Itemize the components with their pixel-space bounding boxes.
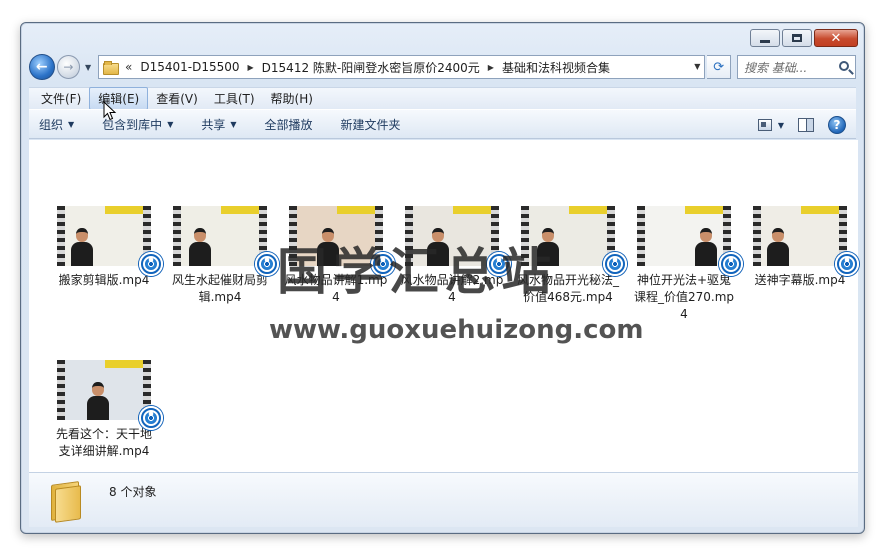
details-pane: 8 个对象	[29, 472, 858, 527]
chevron-down-icon: ▼	[85, 62, 92, 72]
media-player-icon	[835, 252, 859, 276]
file-name: 神位开光法+驱鬼课程_价值270.mp4	[633, 273, 735, 321]
file-name: 送神字幕版.mp4	[754, 273, 846, 287]
watermark-text: 国学汇总站	[277, 243, 557, 301]
play-all-button[interactable]: 全部播放	[265, 116, 313, 133]
file-item[interactable]: 搬家剪辑版.mp4	[49, 206, 163, 289]
minimize-icon	[751, 30, 779, 46]
media-player-icon	[719, 252, 743, 276]
menu-bar: 文件(F) 编辑(E) 查看(V) 工具(T) 帮助(H)	[29, 87, 856, 110]
chevron-down-icon: ▼	[68, 119, 75, 129]
forward-button[interactable]: →	[56, 55, 81, 79]
file-list: 搬家剪辑版.mp4 风生水起催财局剪辑.mp4 风水物品讲解1.mp4 风水物品讲解2…	[29, 140, 859, 472]
new-folder-button[interactable]: 新建文件夹	[341, 116, 401, 133]
close-button[interactable]: ✕	[814, 29, 858, 47]
media-player-icon	[139, 252, 163, 276]
refresh-button[interactable]: ⟳	[707, 55, 731, 79]
file-item[interactable]: 送神字幕版.mp4	[745, 206, 859, 289]
chevron-down-icon: ▼	[167, 119, 174, 129]
address-bar[interactable]: « D15401-D15500 ▶ D15412 陈默-阳闸登水密旨原价2400…	[98, 55, 706, 79]
file-item[interactable]: 神位开光法+驱鬼课程_价值270.mp4	[629, 206, 743, 323]
search-icon[interactable]	[839, 61, 849, 71]
video-thumbnail	[637, 206, 743, 276]
command-bar: 组织 ▼ 包含到库中 ▼ 共享 ▼ 全部播放 新建文件夹 ▼ ?	[29, 109, 856, 139]
watermark-url: www.guoxuehuizong.com	[269, 315, 644, 345]
address-row: ← → ▼ « D15401-D15500 ▶ D15412 陈默-阳闸登水密旨…	[29, 53, 856, 81]
menu-view[interactable]: 查看(V)	[148, 88, 206, 109]
chevron-down-icon: ▼	[230, 119, 237, 129]
breadcrumb-overflow[interactable]: «	[125, 60, 132, 74]
arrow-left-icon: ←	[35, 59, 48, 75]
video-thumbnail	[753, 206, 859, 276]
menu-file[interactable]: 文件(F)	[33, 88, 89, 109]
file-name: 搬家剪辑版.mp4	[58, 273, 150, 287]
chevron-down-icon[interactable]: ▼	[778, 121, 784, 130]
refresh-icon: ⟳	[713, 59, 725, 75]
chevron-right-icon[interactable]: ▶	[488, 63, 494, 72]
folder-icon	[103, 61, 119, 75]
file-name: 风生水起催财局剪辑.mp4	[171, 273, 268, 304]
command-bar-right: ▼ ?	[757, 116, 846, 134]
menu-edit[interactable]: 编辑(E)	[89, 87, 149, 110]
chevron-down-icon[interactable]: ▼	[694, 62, 700, 71]
video-thumbnail	[173, 206, 279, 276]
menu-tools[interactable]: 工具(T)	[206, 88, 263, 109]
recent-pages-dropdown[interactable]: ▼	[82, 63, 94, 72]
item-count: 8 个对象	[109, 485, 157, 499]
media-player-icon	[603, 252, 627, 276]
preview-pane-icon[interactable]	[798, 118, 814, 132]
organize-label: 组织	[39, 117, 64, 132]
share-label: 共享	[201, 117, 226, 132]
menu-help[interactable]: 帮助(H)	[263, 88, 321, 109]
file-item[interactable]: 风生水起催财局剪辑.mp4	[165, 206, 279, 306]
folder-icon	[47, 481, 83, 523]
share-button[interactable]: 共享 ▼	[201, 116, 236, 133]
breadcrumb-item[interactable]: 基础和法科视频合集	[502, 59, 610, 76]
media-player-icon	[139, 406, 163, 430]
back-button[interactable]: ←	[29, 54, 55, 80]
change-view-icon[interactable]	[757, 119, 772, 131]
breadcrumb-item[interactable]: D15401-D15500	[140, 60, 239, 74]
minimize-button[interactable]	[750, 29, 780, 47]
breadcrumb-item[interactable]: D15412 陈默-阳闸登水密旨原价2400元	[262, 59, 480, 76]
close-icon: ✕	[830, 30, 842, 46]
organize-button[interactable]: 组织 ▼	[39, 116, 74, 133]
media-player-icon	[255, 252, 279, 276]
search-input[interactable]: 搜索 基础...	[736, 55, 856, 79]
arrow-right-icon: →	[63, 60, 74, 74]
file-name: 先看这个：天干地支详细讲解.mp4	[55, 427, 152, 458]
help-icon[interactable]: ?	[828, 116, 846, 134]
maximize-icon	[783, 30, 811, 46]
video-thumbnail	[57, 360, 163, 430]
explorer-window: ✕ ← → ▼ « D15401-D15500 ▶ D15412 陈默-阳闸登水…	[20, 22, 865, 534]
video-thumbnail	[57, 206, 163, 276]
chevron-right-icon[interactable]: ▶	[248, 63, 254, 72]
file-item[interactable]: 先看这个：天干地支详细讲解.mp4	[49, 360, 163, 460]
search-placeholder: 搜索 基础...	[743, 60, 808, 75]
maximize-button[interactable]	[782, 29, 812, 47]
caption-buttons: ✕	[750, 29, 858, 47]
